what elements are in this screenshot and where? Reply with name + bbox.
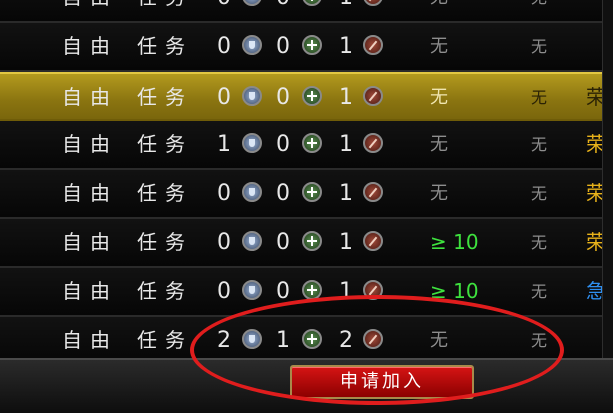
heal-count: 0 xyxy=(276,0,290,21)
heal-count: 0 xyxy=(276,132,290,157)
row-type: 自由 xyxy=(62,279,118,303)
heal-plus-icon xyxy=(302,35,322,55)
shield-icon xyxy=(242,182,262,202)
sword-icon xyxy=(363,231,383,251)
damage-count: 1 xyxy=(339,34,353,59)
heal-plus-icon xyxy=(302,329,322,349)
row-type: 自由 xyxy=(62,85,118,109)
row-kind: 任务 xyxy=(137,181,193,205)
heal-count: 0 xyxy=(276,279,290,304)
sword-icon xyxy=(363,280,383,300)
join-button[interactable]: 申请加入 xyxy=(290,365,474,399)
team-row[interactable]: 自由任务 0 0 1 无 无 xyxy=(0,23,610,72)
row-limit: 无 xyxy=(531,88,548,107)
row-requirement: 无 xyxy=(430,0,448,21)
row-requirement: 无 xyxy=(430,36,448,57)
heal-count: 0 xyxy=(276,181,290,206)
team-row[interactable]: 自由 任务 0 0 1 ≥ 10 无荣 xyxy=(0,219,610,268)
row-type: 自由 xyxy=(62,34,118,58)
defense-count: 0 xyxy=(217,85,231,110)
row-requirement: 无 xyxy=(430,87,448,108)
shield-icon xyxy=(242,35,262,55)
damage-count: 1 xyxy=(339,181,353,206)
team-row[interactable]: 自由 任务 0 0 1 无无荣 xyxy=(0,72,610,121)
damage-count: 1 xyxy=(339,132,353,157)
row-kind: 任务 xyxy=(137,34,193,58)
row-type: 自由 xyxy=(62,132,118,156)
team-row[interactable]: 自由任务 0 0 1 无 无 xyxy=(0,0,610,23)
heal-plus-icon xyxy=(302,231,322,251)
row-limit: 无 xyxy=(531,282,548,301)
defense-count: 0 xyxy=(217,0,231,21)
row-requirement: 无 xyxy=(430,183,448,204)
defense-count: 2 xyxy=(217,328,231,353)
sword-icon xyxy=(363,182,383,202)
shield-icon xyxy=(242,86,262,106)
team-list: 自由任务001无无自由任务001无无自由任务001无无荣自由任务101无无荣自由… xyxy=(0,0,610,366)
row-limit: 无 xyxy=(531,331,548,350)
row-kind: 任务 xyxy=(137,328,193,352)
defense-count: 0 xyxy=(217,279,231,304)
sword-icon xyxy=(363,86,383,106)
heal-plus-icon xyxy=(302,0,322,6)
defense-count: 0 xyxy=(217,34,231,59)
row-kind: 任务 xyxy=(137,85,193,109)
heal-plus-icon xyxy=(302,182,322,202)
heal-count: 0 xyxy=(276,230,290,255)
row-requirement: 无 xyxy=(430,330,448,351)
heal-plus-icon xyxy=(302,86,322,106)
team-row[interactable]: 自由 任务 1 0 1 无无荣 xyxy=(0,121,610,170)
row-limit: 无 xyxy=(531,37,548,56)
row-type: 自由 xyxy=(62,328,118,352)
damage-count: 1 xyxy=(339,230,353,255)
row-type: 自由 xyxy=(62,0,118,21)
heal-plus-icon xyxy=(302,280,322,300)
defense-count: 1 xyxy=(217,132,231,157)
sword-icon xyxy=(363,329,383,349)
defense-count: 0 xyxy=(217,181,231,206)
row-kind: 任务 xyxy=(137,0,193,21)
row-limit: 无 xyxy=(531,135,548,154)
damage-count: 2 xyxy=(339,328,353,353)
shield-icon xyxy=(242,0,262,6)
heal-plus-icon xyxy=(302,133,322,153)
heal-count: 1 xyxy=(276,328,290,353)
row-kind: 任务 xyxy=(137,230,193,254)
damage-count: 1 xyxy=(339,85,353,110)
shield-icon xyxy=(242,280,262,300)
heal-count: 0 xyxy=(276,34,290,59)
shield-icon xyxy=(242,133,262,153)
damage-count: 1 xyxy=(339,279,353,304)
row-limit: 无 xyxy=(531,233,548,252)
row-limit: 无 xyxy=(531,184,548,203)
shield-icon xyxy=(242,329,262,349)
damage-count: 1 xyxy=(339,0,353,21)
sword-icon xyxy=(363,133,383,153)
row-requirement: 无 xyxy=(430,134,448,155)
row-limit: 无 xyxy=(531,0,547,21)
row-type: 自由 xyxy=(62,230,118,254)
shield-icon xyxy=(242,231,262,251)
row-type: 自由 xyxy=(62,181,118,205)
row-requirement: ≥ 10 xyxy=(430,230,479,254)
row-kind: 任务 xyxy=(137,132,193,156)
team-row[interactable]: 自由 任务 0 0 1 无无荣 xyxy=(0,170,610,219)
defense-count: 0 xyxy=(217,230,231,255)
team-row[interactable]: 自由 任务 0 0 1 ≥ 10 无急 xyxy=(0,268,610,317)
scrollbar[interactable] xyxy=(602,0,613,413)
row-kind: 任务 xyxy=(137,279,193,303)
heal-count: 0 xyxy=(276,85,290,110)
team-list-panel: 自由任务001无无自由任务001无无自由任务001无无荣自由任务101无无荣自由… xyxy=(0,0,613,413)
row-requirement: ≥ 10 xyxy=(430,279,479,303)
sword-icon xyxy=(363,35,383,55)
sword-icon xyxy=(363,0,383,6)
